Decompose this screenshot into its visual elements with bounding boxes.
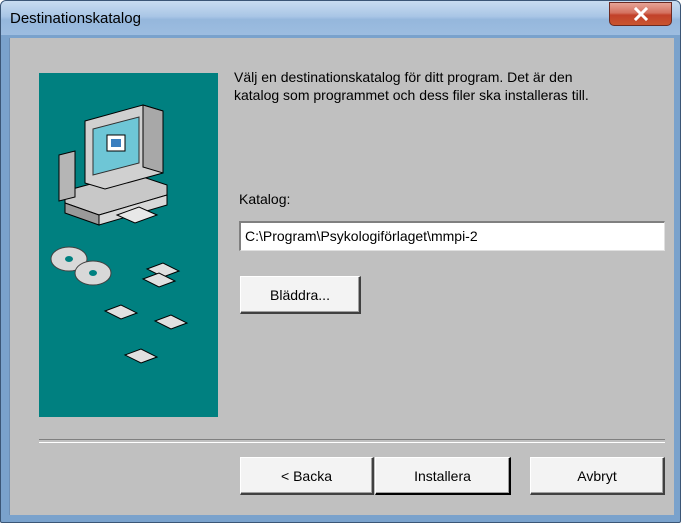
- browse-button[interactable]: Bläddra...: [240, 276, 361, 314]
- window-title: Destinationskatalog: [10, 10, 141, 27]
- dialog-client-area: Välj en destinationskatalog för ditt pro…: [9, 38, 674, 515]
- close-icon: [633, 7, 648, 21]
- cancel-button[interactable]: Avbryt: [530, 457, 665, 495]
- separator-line: [39, 439, 665, 443]
- title-bar[interactable]: Destinationskatalog: [1, 1, 680, 35]
- description-text: Välj en destinationskatalog för ditt pro…: [234, 68, 659, 104]
- install-button[interactable]: Installera: [375, 457, 511, 495]
- description-line-2: katalog som programmet och dess filer sk…: [234, 87, 589, 103]
- computer-and-disks-icon: [50, 104, 189, 364]
- back-button[interactable]: < Backa: [240, 457, 374, 495]
- close-button[interactable]: [609, 2, 672, 26]
- destination-path-field[interactable]: C:\Program\Psykologiförlaget\mmpi-2: [239, 221, 665, 251]
- installer-dialog-window: Destinationskatalog Välj en destinations…: [0, 0, 681, 523]
- katalog-label: Katalog:: [239, 191, 291, 207]
- setup-illustration: [39, 73, 218, 417]
- description-line-1: Välj en destinationskatalog för ditt pro…: [234, 69, 573, 85]
